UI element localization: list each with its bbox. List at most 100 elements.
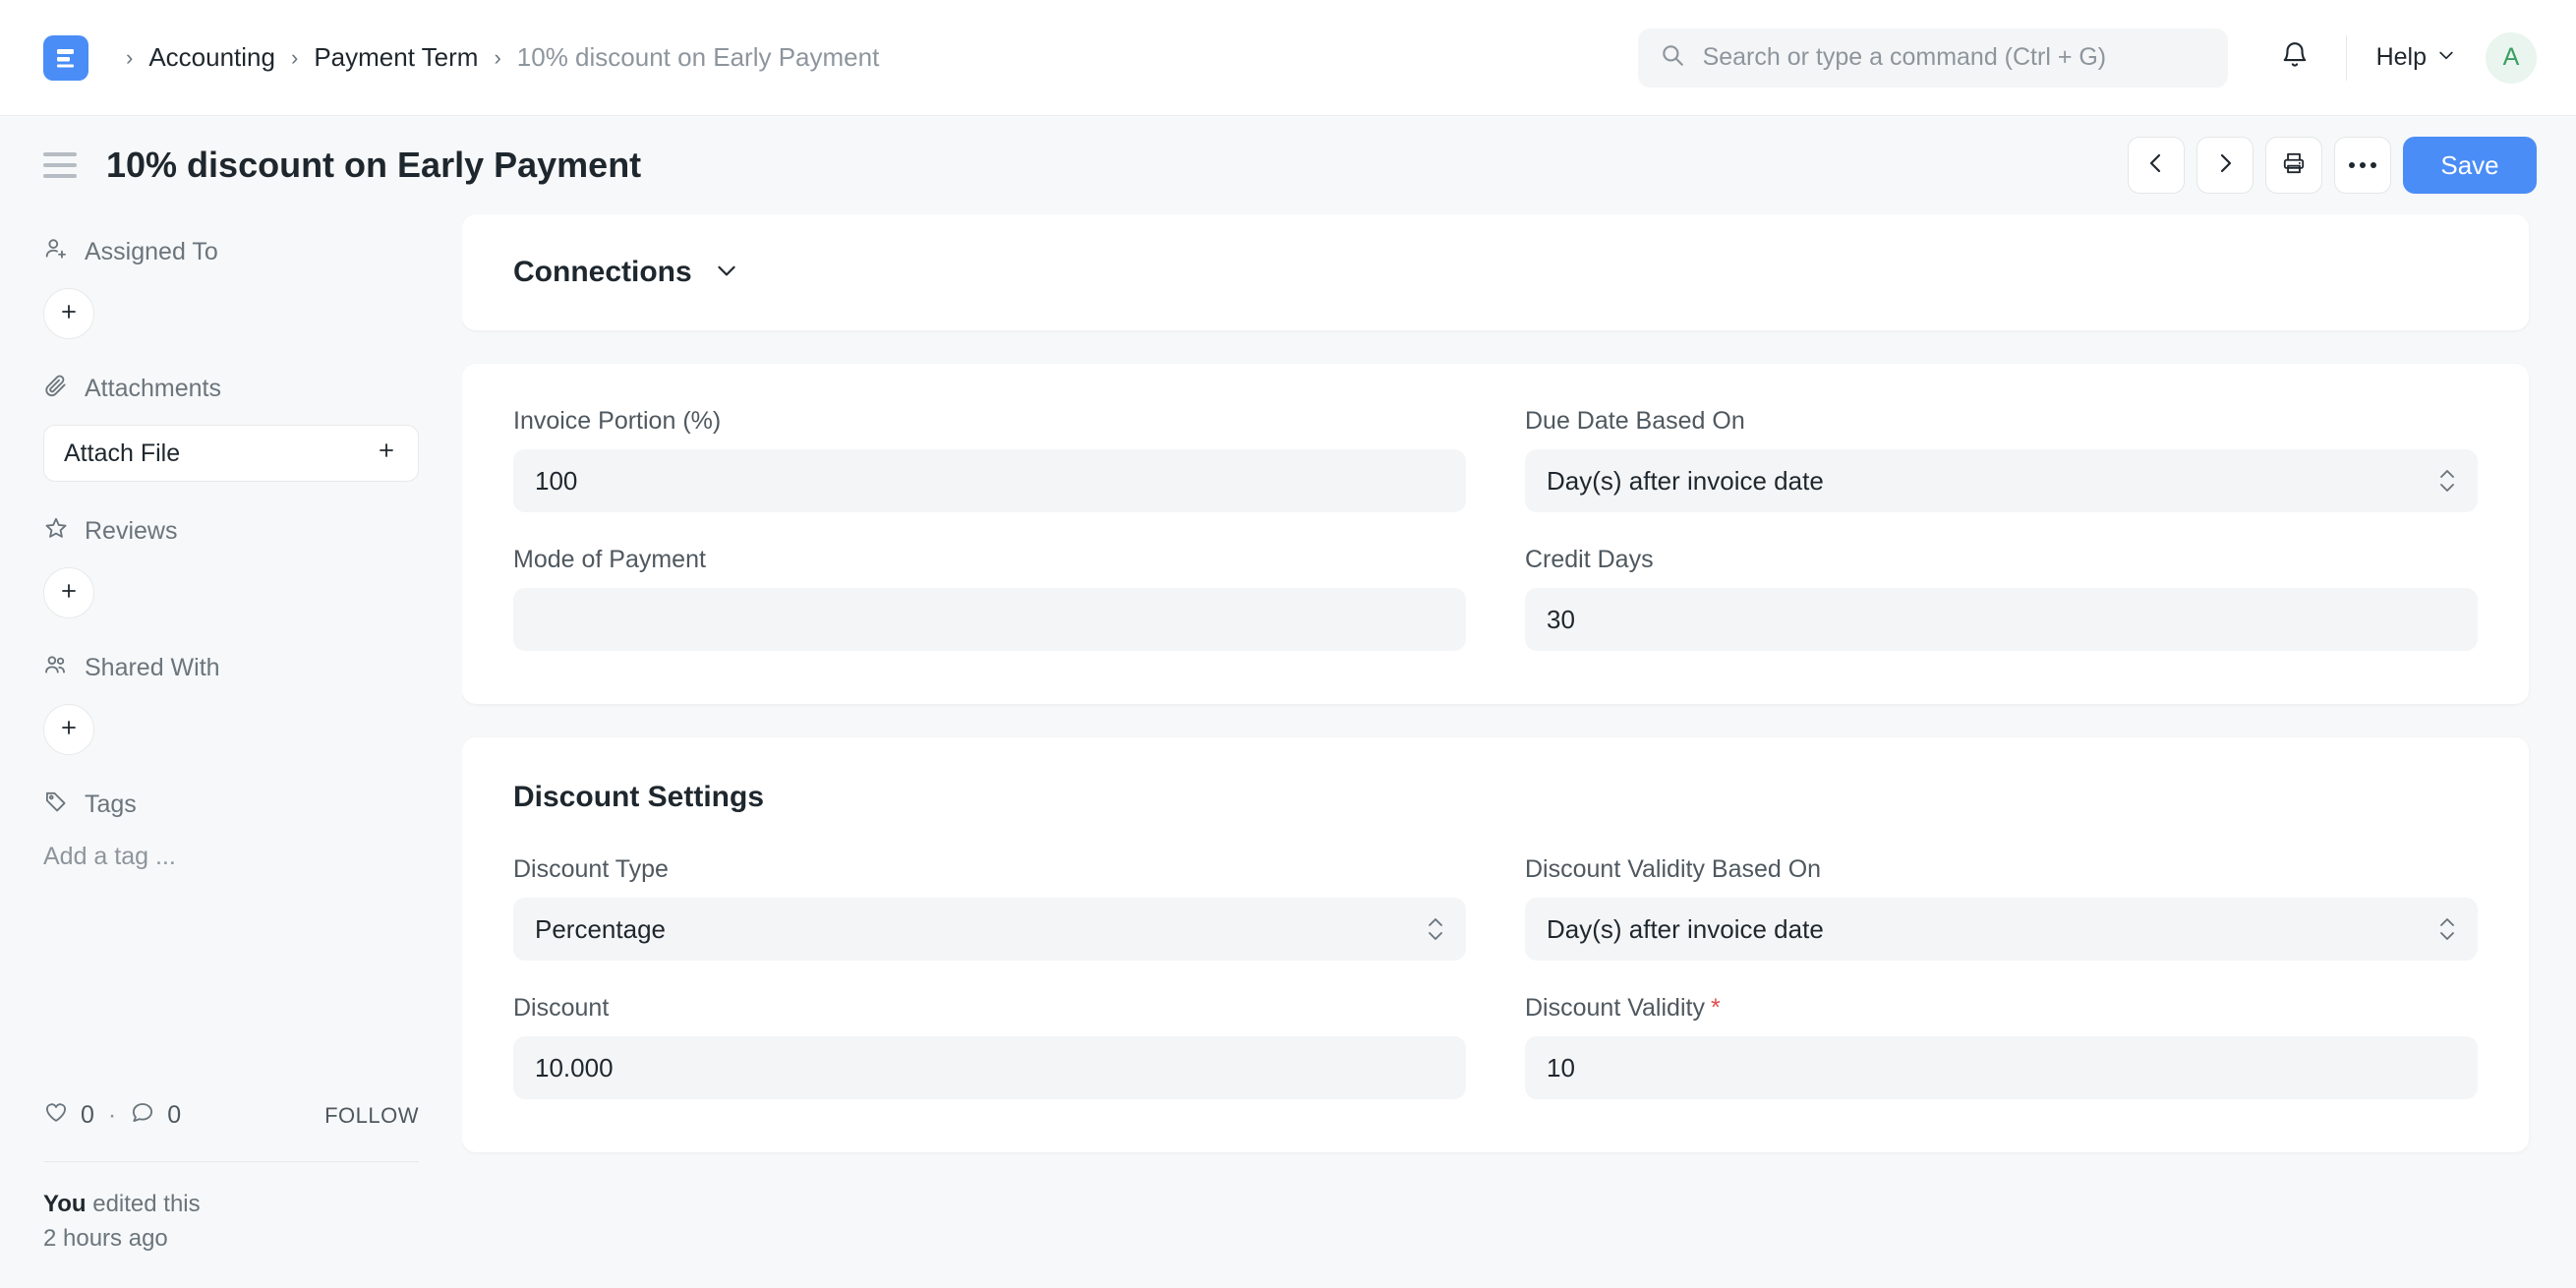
attach-file-button[interactable]: Attach File [43,425,419,482]
attachments-header: Attachments [43,373,419,405]
required-asterisk: * [1711,996,1721,1021]
attach-file-label: Attach File [64,439,180,468]
printer-icon [2281,150,2307,181]
due-date-based-on-select[interactable]: Day(s) after invoice date [1525,449,2478,512]
save-button[interactable]: Save [2403,137,2537,194]
add-review-button[interactable] [43,567,94,618]
avatar[interactable]: A [2486,32,2537,84]
notifications-button[interactable] [2273,36,2316,80]
field-label: Discount Validity Based On [1525,855,2478,884]
breadcrumb-item-current: 10% discount on Early Payment [517,42,880,73]
select-value: Day(s) after invoice date [1547,914,1824,945]
field-discount: Discount 10.000 [513,994,1466,1099]
help-label: Help [2376,43,2427,72]
discount-settings-card: Discount Settings Discount Type Percenta… [462,737,2529,1152]
help-menu[interactable]: Help [2376,43,2456,72]
discount-validity-based-on-select[interactable]: Day(s) after invoice date [1525,898,2478,961]
reviews-header: Reviews [43,515,419,548]
plus-icon [57,300,81,328]
like-stat[interactable]: 0 [43,1099,94,1132]
field-mode-of-payment: Mode of Payment [513,546,1466,651]
plus-icon [57,579,81,608]
follow-button[interactable]: FOLLOW [324,1103,419,1129]
comment-stat[interactable]: 0 [130,1099,181,1132]
field-label: Discount [513,994,1466,1023]
select-value: Day(s) after invoice date [1547,466,1824,497]
main-content: Connections Invoice Portion (%) 100 Due … [462,214,2576,1288]
chevron-up-down-icon [2438,469,2456,493]
app-logo[interactable] [43,35,88,81]
breadcrumb-item-accounting[interactable]: Accounting [148,42,275,73]
field-label-wrap: Discount Validity * [1525,994,2478,1023]
comment-icon [130,1099,155,1132]
activity-actor: You [43,1191,87,1217]
ellipsis-icon [2349,162,2376,168]
user-add-icon [43,236,69,268]
bell-icon [2280,40,2310,75]
top-navbar: › Accounting › Payment Term › 10% discou… [0,0,2576,116]
chevron-down-icon[interactable] [714,258,739,288]
breadcrumb-item-payment-term[interactable]: Payment Term [314,42,478,73]
more-options-button[interactable] [2334,137,2391,194]
breadcrumb-separator: › [478,45,516,71]
field-invoice-portion: Invoice Portion (%) 100 [513,407,1466,512]
breadcrumb: › Accounting › Payment Term › 10% discou… [110,42,879,73]
assigned-to-header: Assigned To [43,236,419,268]
field-label: Discount Validity [1525,994,1705,1023]
erpnext-logo-icon [53,44,79,72]
field-due-date-based-on: Due Date Based On Day(s) after invoice d… [1525,407,2478,512]
discount-input[interactable]: 10.000 [513,1036,1466,1099]
heart-icon [43,1099,69,1132]
sidebar-section-attachments: Attachments Attach File [43,373,419,482]
chevron-down-icon [2436,43,2456,72]
invoice-portion-input[interactable]: 100 [513,449,1466,512]
field-label: Invoice Portion (%) [513,407,1466,436]
discount-settings-heading: Discount Settings [513,781,2478,814]
add-tag-input[interactable]: Add a tag ... [43,843,419,871]
field-credit-days: Credit Days 30 [1525,546,2478,651]
search-icon [1660,42,1685,73]
add-share-button[interactable] [43,704,94,755]
page-title: 10% discount on Early Payment [106,145,641,186]
field-label: Mode of Payment [513,546,1466,574]
field-discount-type: Discount Type Percentage [513,855,1466,961]
sidebar-section-shared-with: Shared With [43,652,419,755]
chevron-up-down-icon [1427,917,1444,941]
details-card: Invoice Portion (%) 100 Due Date Based O… [462,364,2529,704]
discount-validity-input[interactable]: 10 [1525,1036,2478,1099]
add-assignment-button[interactable] [43,288,94,339]
connections-card[interactable]: Connections [462,214,2529,330]
tag-icon [43,789,69,821]
discount-type-select[interactable]: Percentage [513,898,1466,961]
details-grid: Invoice Portion (%) 100 Due Date Based O… [513,407,2478,651]
activity-timestamp: 2 hours ago [43,1225,168,1252]
credit-days-input[interactable]: 30 [1525,588,2478,651]
assigned-to-label: Assigned To [85,238,218,266]
print-button[interactable] [2265,137,2322,194]
mode-of-payment-input[interactable] [513,588,1466,651]
search-placeholder: Search or type a command (Ctrl + G) [1703,43,2107,72]
hamburger-icon[interactable] [43,152,77,178]
page-actions: Save [2128,137,2537,194]
users-icon [43,652,69,684]
previous-button[interactable] [2128,137,2185,194]
activity-action: edited this [92,1191,200,1217]
star-icon [43,515,69,548]
stats-separator: · [94,1101,130,1130]
search-input[interactable]: Search or type a command (Ctrl + G) [1638,29,2228,88]
paperclip-icon [43,373,69,405]
next-button[interactable] [2196,137,2254,194]
avatar-initial: A [2503,43,2520,72]
chevron-up-down-icon [2438,917,2456,941]
breadcrumb-separator: › [110,45,148,71]
shared-with-header: Shared With [43,652,419,684]
discount-grid: Discount Type Percentage Discount Validi… [513,855,2478,1099]
field-label: Discount Type [513,855,1466,884]
sidebar-section-assigned-to: Assigned To [43,214,419,339]
tags-label: Tags [85,790,137,819]
plus-icon [375,439,398,469]
attachments-label: Attachments [85,375,221,403]
select-value: Percentage [535,914,666,945]
chevron-left-icon [2144,151,2168,180]
field-discount-validity-based-on: Discount Validity Based On Day(s) after … [1525,855,2478,961]
